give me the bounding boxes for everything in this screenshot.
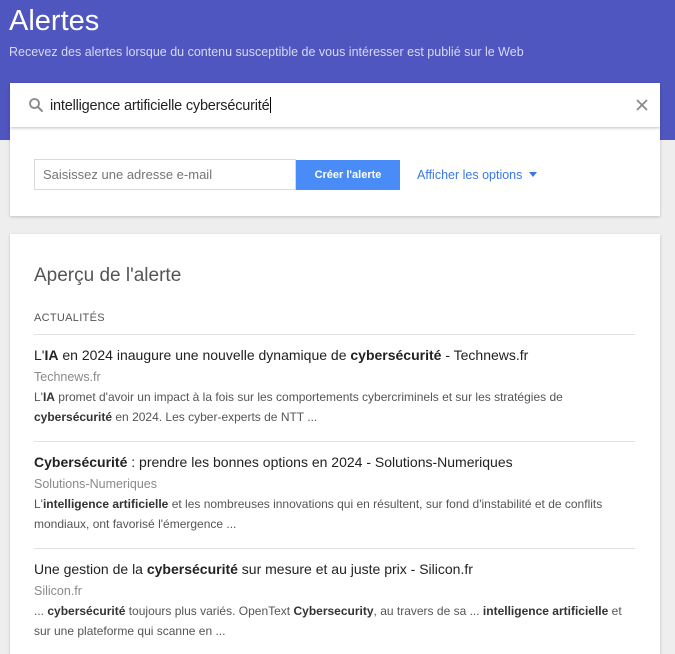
result-item: Une gestion de la cybersécurité sur mesu… xyxy=(34,560,635,641)
result-snippet: ... cybersécurité toujours plus variés. … xyxy=(34,604,622,638)
show-options-link[interactable]: Afficher les options xyxy=(417,168,538,182)
alert-form-card: Créer l'alerte Afficher les options xyxy=(10,127,660,216)
divider xyxy=(34,441,635,442)
result-title[interactable]: Cybersécurité : prendre les bonnes optio… xyxy=(34,453,635,471)
result-snippet: L'IA promet d'avoir un impact à la fois … xyxy=(34,390,563,424)
search-input[interactable]: intelligence artificielle cybersécurité xyxy=(50,97,272,114)
highlighted-term: cybersécurité xyxy=(146,561,238,577)
page-subtitle: Recevez des alertes lorsque du contenu s… xyxy=(9,45,524,59)
create-alert-button[interactable]: Créer l'alerte xyxy=(296,160,400,190)
search-bar[interactable]: intelligence artificielle cybersécurité xyxy=(10,83,660,127)
highlighted-term: cybersécurité xyxy=(47,604,126,618)
close-icon[interactable] xyxy=(633,96,651,114)
result-title[interactable]: L'IA en 2024 inaugure une nouvelle dynam… xyxy=(34,346,635,364)
result-source: Silicon.fr xyxy=(34,584,82,598)
chevron-down-icon xyxy=(529,172,538,177)
highlighted-term: IA xyxy=(42,390,55,404)
highlighted-term: Cybersécurité xyxy=(34,454,128,470)
email-field[interactable] xyxy=(34,159,296,190)
search-query: intelligence artificielle cybersécurité xyxy=(50,98,270,114)
result-source: Technews.fr xyxy=(34,370,101,384)
highlighted-term: cybersécurité xyxy=(34,410,113,424)
preview-title: Aperçu de l'alerte xyxy=(34,265,182,286)
result-snippet: L'intelligence artificielle et les nombr… xyxy=(34,497,603,531)
highlighted-term: intelligence artificielle xyxy=(42,497,169,511)
divider xyxy=(34,548,635,549)
highlighted-term: Cybersecurity xyxy=(293,604,374,618)
result-source: Solutions-Numeriques xyxy=(34,477,157,491)
result-title[interactable]: Une gestion de la cybersécurité sur mesu… xyxy=(34,560,635,578)
result-item: L'IA en 2024 inaugure une nouvelle dynam… xyxy=(34,346,635,427)
result-item: Cybersécurité : prendre les bonnes optio… xyxy=(34,453,635,534)
text-cursor xyxy=(270,97,272,113)
highlighted-term: intelligence artificielle xyxy=(482,604,609,618)
highlighted-term: IA xyxy=(44,347,59,363)
show-options-label: Afficher les options xyxy=(417,168,523,182)
divider xyxy=(34,334,635,335)
highlighted-term: cybersécurité xyxy=(350,347,442,363)
page-title: Alertes xyxy=(9,5,100,37)
alert-preview-card: Aperçu de l'alerte ACTUALITÉS L'IA en 20… xyxy=(10,234,660,654)
section-label: ACTUALITÉS xyxy=(34,312,105,324)
search-icon xyxy=(29,98,43,112)
